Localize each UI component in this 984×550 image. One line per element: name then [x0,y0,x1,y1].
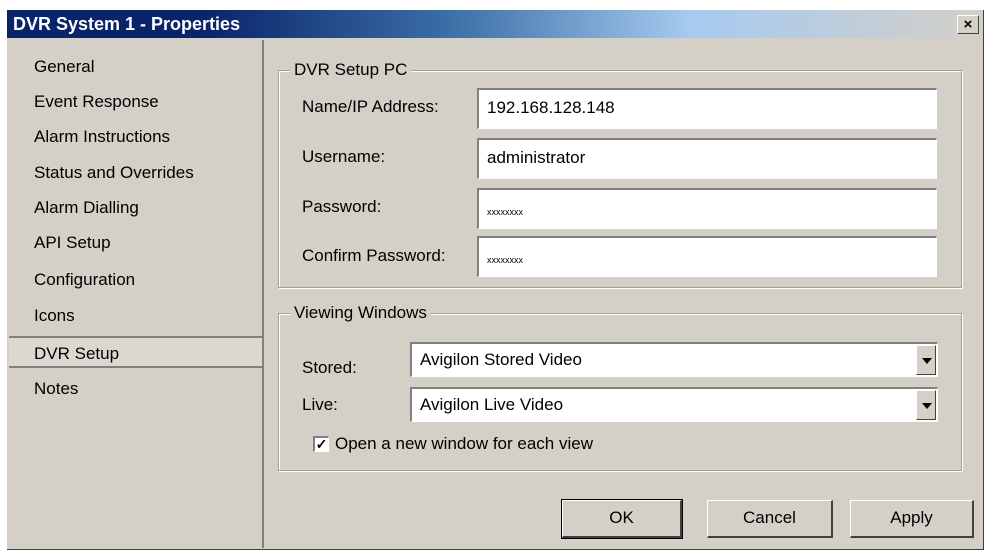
confirm-password-label: Confirm Password: [302,246,446,265]
ok-button[interactable]: OK [561,499,683,539]
name-ip-field[interactable]: 192.168.128.148 [477,88,937,129]
dvr-setup-pc-legend: DVR Setup PC [290,60,412,80]
chevron-down-icon[interactable] [916,345,936,375]
name-ip-label: Name/IP Address: [302,97,439,116]
sidebar-item-alarm-dialling[interactable]: Alarm Dialling [9,192,262,224]
sidebar-item-icons[interactable]: Icons [9,300,262,332]
apply-button[interactable]: Apply [850,500,974,538]
cancel-button[interactable]: Cancel [707,500,833,538]
sidebar-item-status-overrides[interactable]: Status and Overrides [9,157,262,189]
viewing-windows-legend: Viewing Windows [290,303,431,323]
new-window-label[interactable]: Open a new window for each view [335,434,593,454]
properties-dialog: DVR System 1 - Properties × General Even… [6,9,984,550]
window-title: DVR System 1 - Properties [13,14,241,34]
username-field[interactable]: administrator [477,138,937,179]
confirm-password-field[interactable]: xxxxxxxx [477,236,937,277]
stored-label: Stored: [302,358,357,377]
sidebar-item-notes[interactable]: Notes [9,373,262,405]
chevron-down-icon[interactable] [916,390,936,420]
sidebar-item-dvr-setup[interactable]: DVR Setup [9,336,262,368]
live-label: Live: [302,395,338,414]
title-bar[interactable]: DVR System 1 - Properties × [7,10,983,38]
stored-video-value: Avigilon Stored Video [420,350,582,369]
password-label: Password: [302,197,382,216]
sidebar-item-alarm-instructions[interactable]: Alarm Instructions [9,121,262,153]
sidebar-item-general[interactable]: General [9,51,262,83]
stored-video-select[interactable]: Avigilon Stored Video [410,342,938,377]
sidebar-item-configuration[interactable]: Configuration [9,264,262,296]
close-icon[interactable]: × [957,15,979,34]
sidebar-item-event-response[interactable]: Event Response [9,86,262,118]
sidebar-item-api-setup[interactable]: API Setup [9,227,262,259]
password-field[interactable]: xxxxxxxx [477,188,937,229]
sidebar: General Event Response Alarm Instruction… [9,40,264,548]
live-video-select[interactable]: Avigilon Live Video [410,387,938,422]
username-label: Username: [302,147,386,166]
new-window-checkbox[interactable]: ✓ [313,436,329,452]
live-video-value: Avigilon Live Video [420,395,564,414]
